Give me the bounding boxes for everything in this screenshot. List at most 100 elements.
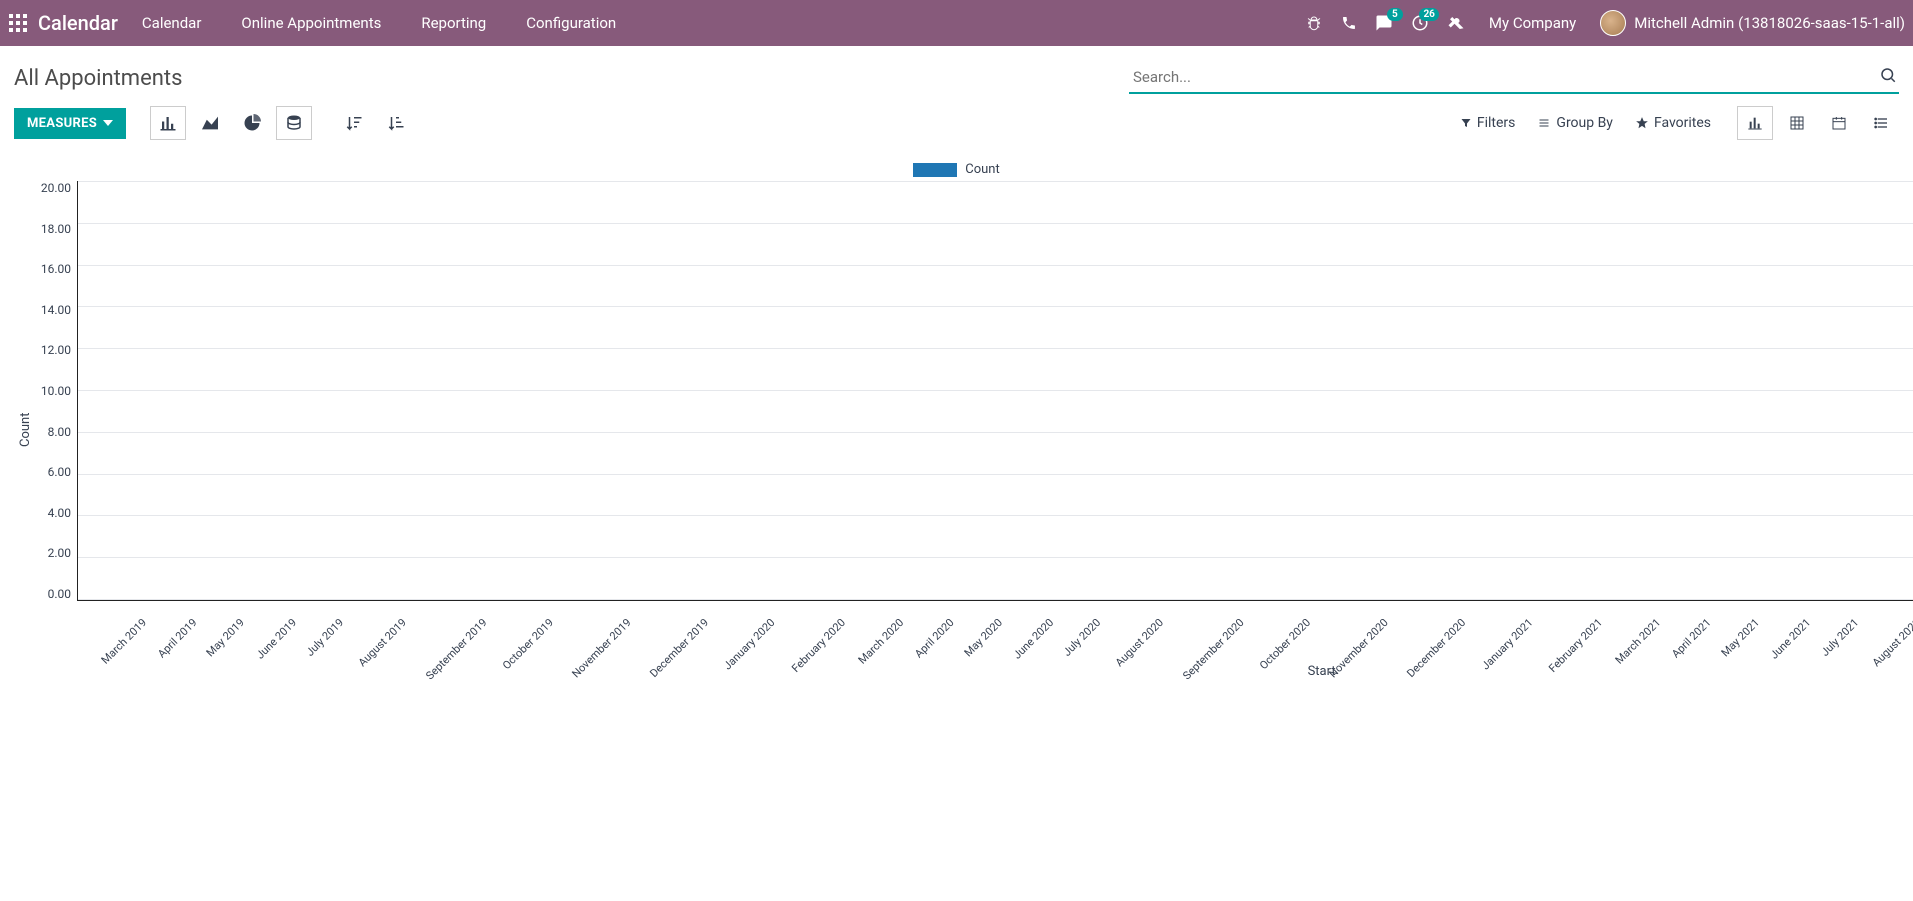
sort-desc-icon[interactable] xyxy=(336,106,372,140)
phone-icon[interactable] xyxy=(1341,15,1357,31)
y-axis-title: Count xyxy=(14,181,33,679)
sort-asc-icon[interactable] xyxy=(378,106,414,140)
company-selector[interactable]: My Company xyxy=(1483,14,1582,32)
search-icon[interactable] xyxy=(1879,66,1897,84)
measures-label: MEASURES xyxy=(27,116,97,131)
y-tick: 10.00 xyxy=(41,384,71,398)
x-tick: February 2020 xyxy=(770,601,840,622)
x-tick: April 2021 xyxy=(1656,601,1706,622)
x-tick: August 2021 xyxy=(1853,601,1913,622)
app-brand[interactable]: Calendar xyxy=(38,11,118,35)
x-tick: October 2019 xyxy=(482,601,548,622)
y-tick: 18.00 xyxy=(41,222,71,236)
x-tick: January 2020 xyxy=(703,601,770,622)
nav-reporting[interactable]: Reporting xyxy=(415,14,492,32)
favorites-label: Favorites xyxy=(1654,115,1711,131)
pie-chart-icon[interactable] xyxy=(234,106,270,140)
x-tick: January 2021 xyxy=(1461,601,1528,622)
x-tick: March 2021 xyxy=(1597,601,1656,622)
avatar xyxy=(1600,10,1626,36)
x-tick: February 2021 xyxy=(1527,601,1597,622)
x-tick: April 2019 xyxy=(142,601,192,622)
y-tick: 16.00 xyxy=(41,262,71,276)
groupby-label: Group By xyxy=(1556,115,1613,131)
page-title: All Appointments xyxy=(14,66,182,91)
x-tick: October 2020 xyxy=(1239,601,1305,622)
x-tick: July 2020 xyxy=(1048,601,1095,622)
y-tick: 20.00 xyxy=(41,181,71,195)
view-list-icon[interactable] xyxy=(1863,106,1899,140)
view-pivot-icon[interactable] xyxy=(1779,106,1815,140)
y-tick: 0.00 xyxy=(48,587,71,601)
nav-online-appointments[interactable]: Online Appointments xyxy=(235,14,387,32)
caret-down-icon xyxy=(103,118,113,128)
apps-icon[interactable] xyxy=(8,13,28,33)
y-tick: 12.00 xyxy=(41,343,71,357)
line-chart-icon[interactable] xyxy=(192,106,228,140)
topbar: Calendar Calendar Online Appointments Re… xyxy=(0,0,1913,46)
x-tick: November 2020 xyxy=(1305,601,1383,622)
x-tick: March 2020 xyxy=(840,601,899,622)
x-tick: July 2019 xyxy=(291,601,338,622)
x-axis-ticks: March 2019April 2019May 2019June 2019Jul… xyxy=(83,601,1913,622)
x-tick: June 2020 xyxy=(997,601,1049,622)
plot xyxy=(77,181,1913,601)
topnav: Calendar Online Appointments Reporting C… xyxy=(136,14,622,32)
debug-icon[interactable] xyxy=(1305,14,1323,32)
y-tick: 2.00 xyxy=(48,546,71,560)
x-tick: December 2019 xyxy=(626,601,703,622)
x-tick: May 2019 xyxy=(191,601,239,622)
nav-calendar[interactable]: Calendar xyxy=(136,14,208,32)
legend-swatch xyxy=(913,163,957,177)
user-menu[interactable]: Mitchell Admin (13818026-saas-15-1-all) xyxy=(1600,10,1905,36)
search-input[interactable] xyxy=(1129,62,1899,94)
y-tick: 8.00 xyxy=(48,425,71,439)
search-wrap xyxy=(1129,62,1899,94)
legend-label: Count xyxy=(965,162,999,177)
filters-label: Filters xyxy=(1477,115,1516,131)
topbar-right: 5 26 My Company Mitchell Admin (13818026… xyxy=(1305,10,1905,36)
activities-badge: 26 xyxy=(1419,8,1438,21)
measures-button[interactable]: MEASURES xyxy=(14,108,126,139)
y-axis-ticks: 20.0018.0016.0014.0012.0010.008.006.004.… xyxy=(33,181,77,601)
funnel-icon xyxy=(1460,117,1472,129)
stacked-icon[interactable] xyxy=(276,106,312,140)
x-tick: May 2020 xyxy=(949,601,997,622)
star-icon xyxy=(1635,116,1649,130)
x-tick: August 2019 xyxy=(339,601,401,622)
y-tick: 6.00 xyxy=(48,465,71,479)
x-tick: April 2020 xyxy=(899,601,949,622)
x-tick: June 2021 xyxy=(1754,601,1806,622)
x-tick: March 2019 xyxy=(83,601,142,622)
messages-icon[interactable]: 5 xyxy=(1375,14,1393,32)
view-calendar-icon[interactable] xyxy=(1821,106,1857,140)
view-graph-icon[interactable] xyxy=(1737,106,1773,140)
bar-chart-icon[interactable] xyxy=(150,106,186,140)
nav-configuration[interactable]: Configuration xyxy=(520,14,622,32)
search-options: Filters Group By Favorites xyxy=(1460,115,1711,131)
x-tick: September 2020 xyxy=(1158,601,1239,622)
y-tick: 4.00 xyxy=(48,506,71,520)
x-tick: August 2020 xyxy=(1096,601,1158,622)
filters-button[interactable]: Filters xyxy=(1460,115,1516,131)
control-panel-bottom: MEASURES Filters Group By Favorites xyxy=(0,100,1913,150)
activities-icon[interactable]: 26 xyxy=(1411,14,1429,32)
x-tick: September 2019 xyxy=(401,601,482,622)
x-tick: July 2021 xyxy=(1806,601,1853,622)
messages-badge: 5 xyxy=(1387,8,1403,21)
x-axis-title: Start xyxy=(33,664,1913,679)
control-panel-top: All Appointments xyxy=(0,46,1913,100)
x-tick: May 2021 xyxy=(1706,601,1754,622)
list-icon xyxy=(1537,117,1551,129)
view-switcher xyxy=(1737,106,1899,140)
chart-legend: Count xyxy=(14,162,1899,177)
x-tick: December 2020 xyxy=(1383,601,1460,622)
favorites-button[interactable]: Favorites xyxy=(1635,115,1711,131)
x-tick: June 2019 xyxy=(240,601,292,622)
x-tick: November 2019 xyxy=(548,601,626,622)
chart-area: Count Count 20.0018.0016.0014.0012.0010.… xyxy=(0,150,1913,689)
bars-container xyxy=(78,181,1913,600)
user-name: Mitchell Admin (13818026-saas-15-1-all) xyxy=(1634,14,1905,32)
groupby-button[interactable]: Group By xyxy=(1537,115,1613,131)
tools-icon[interactable] xyxy=(1447,14,1465,32)
